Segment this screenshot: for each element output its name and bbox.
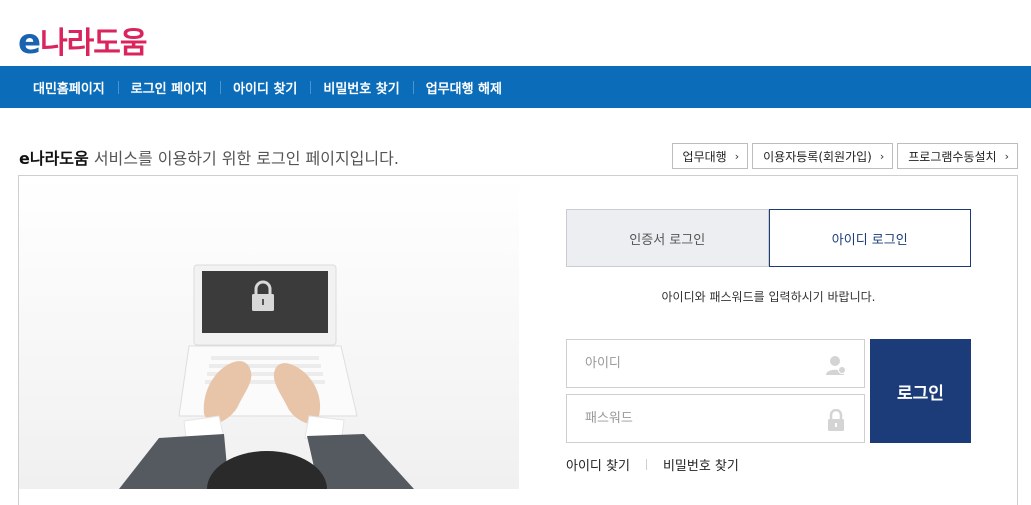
find-id-link[interactable]: 아이디 찾기 — [566, 455, 630, 474]
signup-button[interactable]: 이용자등록(회원가입) › — [752, 143, 894, 169]
chevron-right-icon: › — [734, 149, 740, 163]
manual-install-button[interactable]: 프로그램수동설치 › — [897, 143, 1018, 169]
lock-icon — [828, 409, 844, 431]
logo-e: e — [18, 22, 41, 62]
login-type-tabs: 인증서 로그인 아이디 로그인 — [566, 209, 971, 267]
find-links: 아이디 찾기 비밀번호 찾기 — [566, 455, 739, 474]
id-field — [566, 339, 865, 388]
proxy-button-label: 업무대행 — [682, 149, 727, 164]
nav-item-home[interactable]: 대민홈페이지 — [20, 78, 118, 97]
logo-text: 나라도움 — [40, 26, 147, 61]
intro-brand: e나라도움 — [19, 149, 89, 168]
chevron-right-icon: › — [1004, 149, 1009, 163]
signup-button-label: 이용자등록(회원가입) — [763, 149, 872, 164]
login-guide-text: 아이디와 패스워드를 입력하시기 바랍니다. — [661, 290, 876, 304]
link-divider — [645, 459, 647, 470]
proxy-button[interactable]: 업무대행 › — [671, 143, 749, 169]
password-field — [566, 394, 865, 443]
nav-item-find-id[interactable]: 아이디 찾기 — [220, 78, 310, 97]
top-navigation: 대민홈페이지 로그인 페이지 아이디 찾기 비밀번호 찾기 업무대행 해제 — [0, 66, 1031, 108]
site-logo[interactable]: e 나라도움 — [18, 18, 147, 62]
laptop-hands-image — [19, 176, 519, 489]
chevron-right-icon: › — [879, 149, 885, 163]
tab-certificate-login[interactable]: 인증서 로그인 — [566, 209, 769, 267]
login-button[interactable]: 로그인 — [870, 339, 971, 443]
tab-id-login[interactable]: 아이디 로그인 — [768, 209, 971, 267]
nav-item-find-password[interactable]: 비밀번호 찾기 — [310, 78, 412, 97]
password-input[interactable] — [585, 411, 846, 426]
nav-item-login-page[interactable]: 로그인 페이지 — [117, 78, 220, 97]
nav-item-release-proxy[interactable]: 업무대행 해제 — [412, 78, 515, 97]
find-password-link[interactable]: 비밀번호 찾기 — [663, 455, 739, 474]
id-input[interactable] — [585, 356, 846, 371]
intro-text: 서비스를 이용하기 위한 로그인 페이지입니다. — [88, 149, 399, 168]
manual-install-button-label: 프로그램수동설치 — [908, 149, 997, 164]
laptop-illustration — [119, 264, 414, 489]
user-icon — [826, 356, 846, 375]
page-intro: e나라도움 서비스를 이용하기 위한 로그인 페이지입니다. — [19, 145, 399, 169]
top-button-group: 업무대행 › 이용자등록(회원가입) › 프로그램수동설치 › — [671, 143, 1018, 169]
